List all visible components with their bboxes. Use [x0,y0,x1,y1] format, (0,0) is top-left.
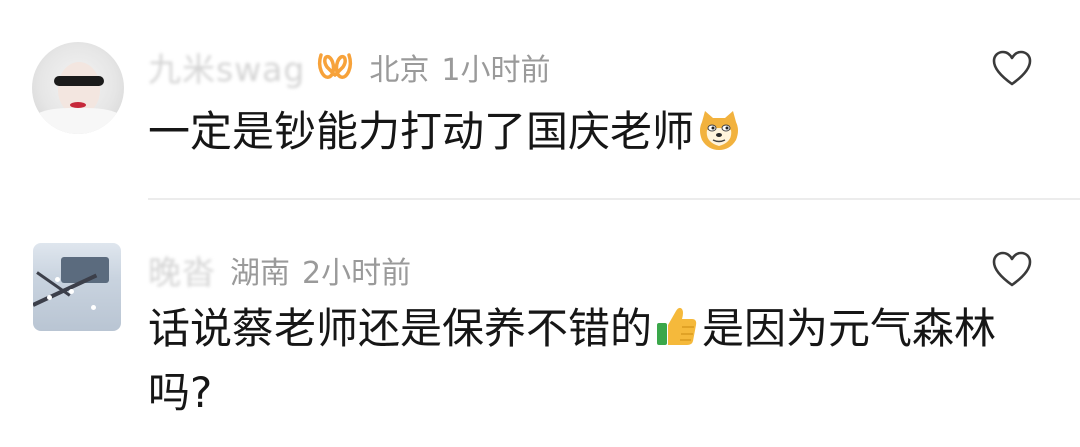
avatar-sunglasses [54,76,104,86]
avatar-fur [32,108,124,134]
like-heart-icon[interactable] [992,50,1032,88]
comment-text: 一定是钞能力打动了国庆老师 [148,100,1028,164]
username[interactable]: 晚沓 [148,246,216,294]
comment-item: 晚沓 湖南 2小时前 话说蔡老师还是保养不错的 是因为元气森林吗? [0,200,1080,447]
comment-body: 一定是钞能力打动了国庆老师 [148,107,695,156]
avatar-blossom [47,295,52,300]
thumbs-up-emoji-icon [657,307,697,345]
comment-meta: 北京 1小时前 [369,45,550,89]
username[interactable]: 九米swag [148,43,305,91]
avatar[interactable] [33,243,121,331]
timestamp: 2小时前 [302,256,412,291]
comment-header: 九米swag 北京 1小时前 [148,45,550,89]
comment-header: 晚沓 湖南 2小时前 [148,248,411,292]
member-badge-icon [318,53,353,79]
like-heart-icon[interactable] [992,251,1032,289]
timestamp: 1小时前 [441,53,551,88]
comment-text: 话说蔡老师还是保养不错的 是因为元气森林吗? [148,297,1028,425]
location: 北京 [369,53,430,88]
avatar-blossom [55,277,60,282]
location: 湖南 [230,256,290,291]
comment-meta: 湖南 2小时前 [230,248,411,292]
comment-item: 九米swag 北京 1小时前 一定是钞能力打动了国庆老师 [0,0,1080,198]
avatar-blossom [91,305,96,310]
comment-body-part1: 话说蔡老师还是保养不错的 [148,304,653,353]
avatar-blossom [69,289,74,294]
avatar[interactable] [32,42,124,134]
doge-emoji-icon [700,111,739,150]
